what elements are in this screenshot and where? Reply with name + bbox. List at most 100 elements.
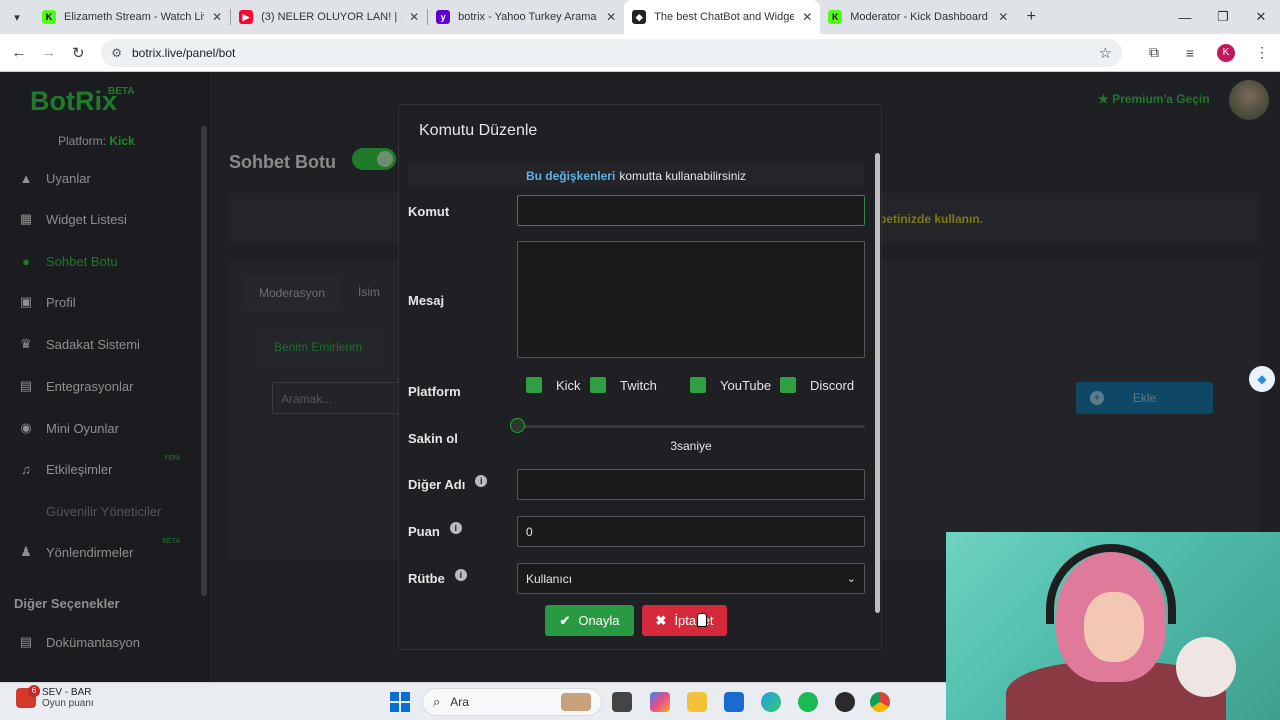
edge-icon[interactable] [761, 692, 781, 712]
windows-taskbar: 6 SEV - BAR Oyun puanı ⌕ Ara [0, 682, 946, 720]
sidebar-item-trusted-mods[interactable]: Güvenilir Yöneticiler [18, 499, 198, 523]
premium-label: Premium'a Geçin [1112, 92, 1210, 106]
platform-kick-checkbox[interactable]: Kick [526, 377, 581, 393]
store-icon[interactable] [724, 692, 744, 712]
sidebar-item-minigames[interactable]: ◉ Mini Oyunlar [18, 416, 198, 440]
task-view-icon[interactable] [612, 692, 632, 712]
close-icon[interactable]: ✕ [606, 10, 616, 24]
browser-tab-2[interactable]: ▶ (3) NELER OLUYOR LAN! | Silent ✕ [231, 0, 427, 34]
sidebar-item-loyalty[interactable]: ♛ Sadakat Sistemi [18, 332, 198, 356]
search-input[interactable]: Aramak... [272, 382, 402, 414]
tab-my-commands[interactable]: Benim Emirlerim [254, 328, 382, 366]
menu-icon[interactable]: ⋮ [1244, 44, 1280, 61]
avatar[interactable] [1229, 80, 1269, 120]
tab-moderation[interactable]: Moderasyon [242, 275, 342, 311]
sidebar-item-chatbot[interactable]: ● Sohbet Botu [18, 249, 198, 273]
page-title: Sohbet Botu [229, 152, 336, 172]
yahoo-icon: y [436, 10, 451, 24]
cooldown-label: Sakin ol [408, 431, 458, 446]
platform-youtube-checkbox[interactable]: YouTube [690, 377, 771, 393]
search-icon: ⌕ [433, 694, 441, 709]
window-controls: — ❐ ✕ [1166, 0, 1280, 34]
close-icon[interactable]: ✕ [409, 10, 419, 24]
profile-avatar[interactable]: K [1217, 43, 1236, 62]
browser-tab-5[interactable]: K Moderator - Kick Dashboard ✕ [820, 0, 1016, 34]
info-icon[interactable]: i [475, 474, 488, 487]
extensions-icon[interactable]: ⧉ [1136, 44, 1172, 61]
widget-title: SEV - BAR [42, 687, 92, 698]
checkbox-checked[interactable] [780, 377, 796, 393]
sidebar-heading: Diğer Seçenekler [14, 596, 120, 611]
checkbox-checked[interactable] [690, 377, 706, 393]
chatbot-toggle[interactable] [352, 148, 396, 170]
file-explorer-icon[interactable] [687, 692, 707, 712]
notification-badge: 6 [28, 685, 40, 697]
banner-text: betinizde kullanın. [879, 212, 984, 226]
minimize-icon[interactable]: — [1166, 0, 1204, 34]
close-icon[interactable]: ✕ [802, 10, 812, 24]
command-label: Komut [408, 204, 450, 219]
platform-discord-checkbox[interactable]: Discord [780, 377, 854, 393]
platform-value: Kick [109, 134, 135, 148]
sidebar-item-profile[interactable]: ▣ Profil [18, 290, 198, 314]
sidebar-item-interactions[interactable]: ♫ Etkileşimler YENİ [18, 455, 198, 481]
close-icon[interactable]: ✕ [212, 10, 222, 24]
widgets-button[interactable]: 6 SEV - BAR Oyun puanı [16, 685, 94, 709]
variables-link[interactable]: Bu değişkenleri [526, 169, 615, 183]
sidebar-item-docs[interactable]: ▤ Dokümantasyon [18, 630, 198, 654]
browser-tab-3[interactable]: y botrix - Yahoo Turkey Arama Sc ✕ [428, 0, 624, 34]
confirm-button[interactable]: ✔ Onayla [545, 605, 634, 636]
message-textarea[interactable] [517, 241, 865, 358]
gamepad-icon: ◉ [20, 420, 32, 435]
sidebar: BotRix BETA Platform: Kick ▲ Uyanlar ▦ W… [0, 72, 210, 682]
points-label-row: Puan i [408, 521, 462, 539]
reload-icon[interactable]: ↻ [63, 44, 93, 62]
restore-icon[interactable]: ❐ [1204, 0, 1242, 34]
browser-tab-4[interactable]: ◆ The best ChatBot and Widgets ✕ [624, 0, 821, 34]
tab-name[interactable]: İsim [358, 285, 380, 299]
water-drop-icon[interactable]: ◆ [1249, 366, 1275, 392]
cooldown-slider-thumb[interactable] [510, 418, 525, 433]
sidebar-item-alerts[interactable]: ▲ Uyanlar [18, 166, 198, 190]
site-info-icon[interactable]: ⚙ [111, 46, 122, 60]
new-tab-button[interactable]: + [1016, 8, 1046, 26]
add-button[interactable]: + Ekle [1076, 382, 1213, 414]
close-window-icon[interactable]: ✕ [1242, 0, 1280, 34]
logo[interactable]: BotRix BETA [30, 86, 134, 117]
browser-tab-1[interactable]: K Elizameth Stream - Watch Live o ✕ [34, 0, 230, 34]
tab-title: Elizameth Stream - Watch Live o [64, 11, 204, 23]
sidebar-item-integrations[interactable]: ▤ Entegrasyonlar [18, 374, 198, 398]
media-icon[interactable]: ≡ [1172, 45, 1208, 61]
premium-link[interactable]: ★ Premium'a Geçin [1098, 92, 1210, 106]
info-icon[interactable]: i [454, 568, 467, 581]
url-field[interactable]: ⚙ botrix.live/panel/bot ☆ [101, 38, 1123, 67]
spotify-icon[interactable] [798, 692, 818, 712]
points-input[interactable]: 0 [517, 516, 865, 547]
cooldown-slider-track[interactable] [517, 425, 865, 428]
copilot-icon[interactable] [650, 692, 670, 712]
platform-label: Platform [408, 384, 461, 399]
bookmark-star-icon[interactable]: ☆ [1099, 44, 1112, 62]
info-icon[interactable]: i [449, 521, 462, 534]
sidebar-item-widgets[interactable]: ▦ Widget Listesi [18, 207, 198, 231]
back-icon[interactable]: ← [4, 44, 34, 61]
chrome-icon[interactable] [870, 692, 890, 712]
close-icon[interactable]: ✕ [998, 10, 1008, 24]
taskbar-search[interactable]: ⌕ Ara [422, 688, 602, 716]
checkbox-checked[interactable] [526, 377, 542, 393]
cancel-button[interactable]: ✖ İptal et [642, 605, 727, 636]
sidebar-item-label: Uyanlar [46, 170, 91, 186]
alias-input[interactable] [517, 469, 865, 500]
modal-scrollbar[interactable] [875, 153, 880, 613]
checkbox-checked[interactable] [590, 377, 606, 393]
forward-icon[interactable]: → [34, 44, 64, 61]
platform-twitch-checkbox[interactable]: Twitch [590, 377, 657, 393]
command-input[interactable] [517, 195, 865, 226]
windows-start-icon[interactable] [390, 692, 410, 712]
obs-icon[interactable] [835, 692, 855, 712]
checkbox-label: Discord [810, 377, 855, 393]
sidebar-item-redirects[interactable]: ♟ Yönlendirmeler BETA [18, 538, 198, 564]
sidebar-scrollbar[interactable] [201, 126, 207, 596]
rank-select[interactable]: Kullanıcı ⌄ [517, 563, 865, 594]
tab-search-icon[interactable]: ▾ [0, 0, 34, 34]
